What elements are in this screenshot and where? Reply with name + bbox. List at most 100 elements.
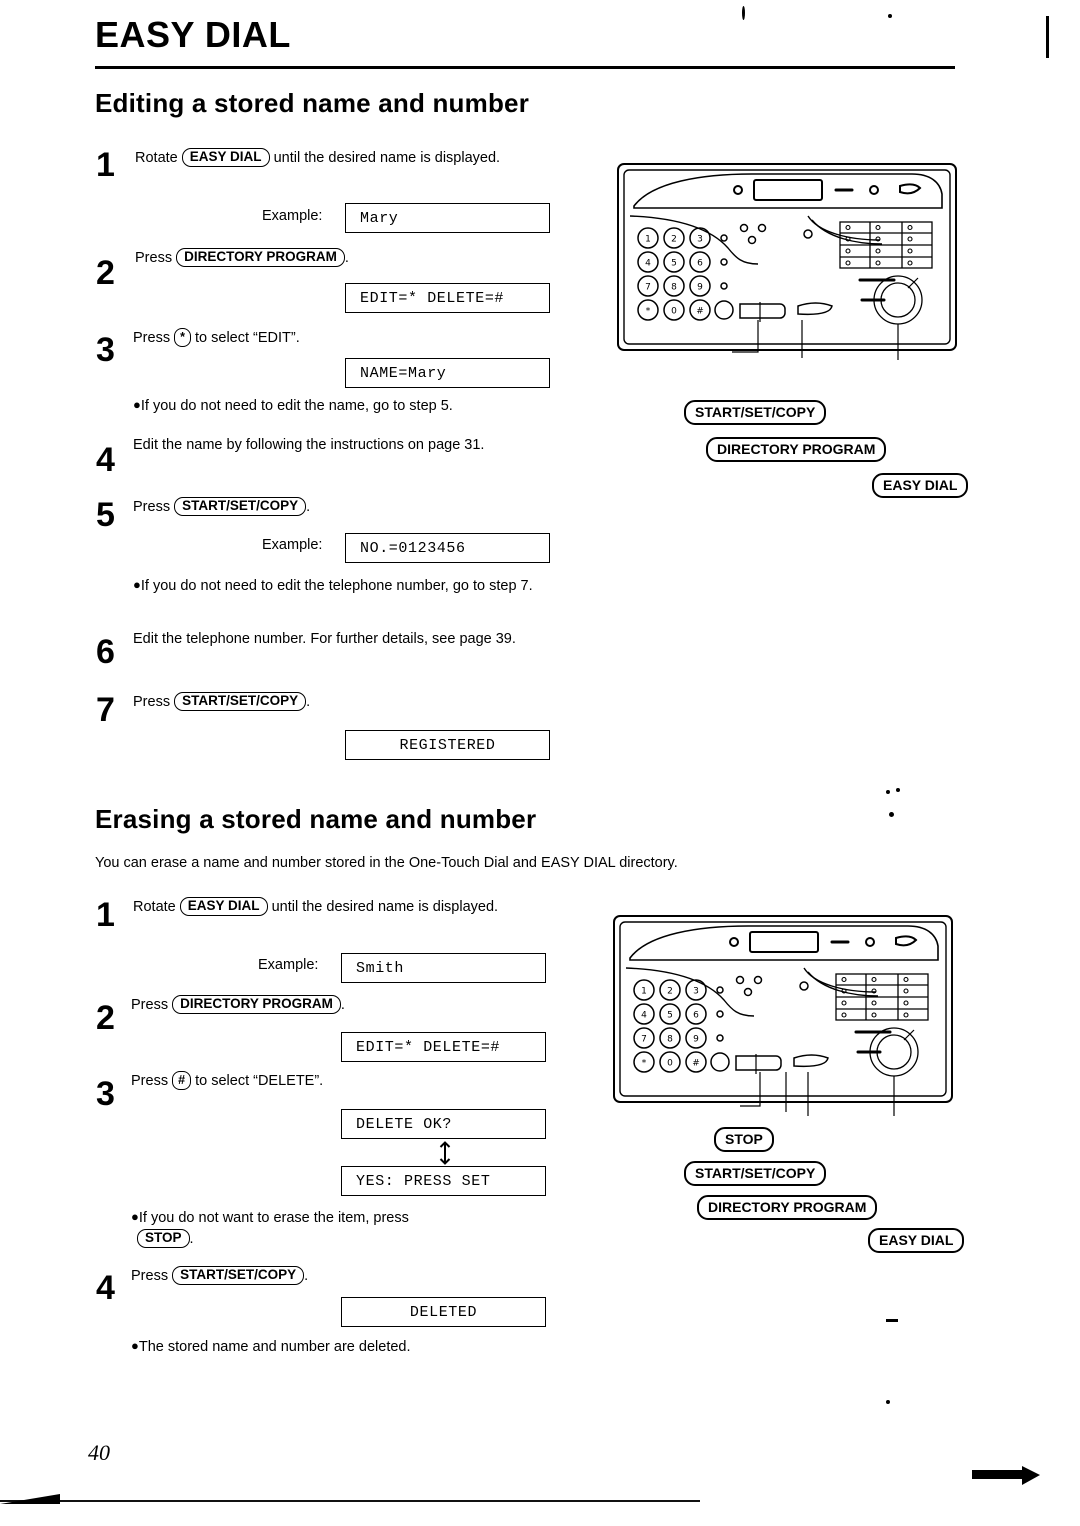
erase-step-3-text-after: to select “DELETE”. [195,1073,324,1089]
erase-example-label-1: Example: [258,957,319,973]
erase-step-2-text-before: Press [131,997,169,1013]
fax-machine-svg-2: 1 2 3 4 5 6 7 8 9 * 0 # [613,915,953,1116]
display-step-7: REGISTERED [345,730,550,760]
step-number-6: 6 [96,633,115,671]
step-number-1: 1 [96,146,115,184]
callout-stop-bottom: STOP [714,1127,774,1152]
display-step-2-text: EDIT=* DELETE=# [360,289,505,307]
svg-text:9: 9 [697,283,703,293]
key-easy-dial: EASY DIAL [181,148,270,167]
erase-step-3-note-after: . [189,1231,194,1247]
erase-step-3-note: ●If you do not want to erase the item, p… [131,1208,551,1227]
fax-machine-illustration-bottom: 1 2 3 4 5 6 7 8 9 * 0 # [608,912,958,1122]
erase-display-delete-ok: DELETE OK? [341,1109,546,1139]
erase-display-yes-press-set: YES: PRESS SET [341,1166,546,1196]
erase-display-step-1-text: Smith [356,959,405,977]
example-label-5: Example: [262,537,323,553]
page-title: EASY DIAL [95,14,291,55]
erase-step-3-note-text: If you do not want to erase the item, pr… [138,1210,409,1226]
erase-step-number-2: 2 [96,999,115,1037]
step-number-5: 5 [96,496,115,534]
step-1-text: Rotate EASY DIAL until the desired name … [135,148,535,168]
manual-page: EASY DIAL Editing a stored name and numb… [0,0,1080,1526]
step-7-text-after: . [306,694,311,710]
erase-step-1-text-after: until the desired name is displayed. [271,899,499,915]
svg-text:5: 5 [671,259,677,269]
svg-text:4: 4 [641,1011,647,1021]
display-step-2: EDIT=* DELETE=# [345,283,550,313]
svg-text:5: 5 [667,1011,673,1021]
step-3-text-after: to select “EDIT”. [195,330,300,346]
scan-speck [742,6,745,20]
fax-machine-illustration-top: 1 2 3 4 5 6 7 8 9 * 0 # [612,160,962,370]
erase-step-4-note-text: The stored name and number are deleted. [138,1339,411,1355]
erase-step-3-note-key-line: STOP. [137,1229,194,1249]
svg-text:4: 4 [645,259,651,269]
step-number-2: 2 [96,254,115,292]
page-edge-mark [1046,16,1049,58]
scan-speck [896,788,900,792]
svg-text:7: 7 [641,1035,647,1045]
step-number-3: 3 [96,331,115,369]
erase-display-step-2-text: EDIT=* DELETE=# [356,1038,501,1056]
key-start-set-copy: START/SET/COPY [174,692,307,711]
svg-text:8: 8 [671,283,677,293]
svg-text:9: 9 [693,1035,699,1045]
erase-step-number-4: 4 [96,1269,115,1307]
key-start-set-copy: START/SET/COPY [172,1266,305,1285]
section-heading-erasing: Erasing a stored name and number [95,804,537,834]
display-step-7-text: REGISTERED [399,736,496,754]
scan-speck [889,812,894,817]
step-5-text-after: . [306,499,311,515]
key-easy-dial: EASY DIAL [179,897,268,916]
step-5-text: Press START/SET/COPY. [133,497,563,517]
scan-dash [886,1319,898,1322]
step-1-text-after: until the desired name is displayed. [273,150,501,166]
callout-start-set-copy-top: START/SET/COPY [684,400,827,425]
step-7-text-before: Press [133,694,171,710]
display-step-1-text: Mary [360,209,399,227]
erase-step-2-text: Press DIRECTORY PROGRAM. [131,995,561,1015]
erase-display-step-2: EDIT=* DELETE=# [341,1032,546,1062]
section-heading-editing: Editing a stored name and number [95,88,530,118]
svg-text:3: 3 [697,235,703,245]
step-1-text-before: Rotate [135,150,178,166]
step-2-text-before: Press [135,250,173,266]
svg-text:2: 2 [667,987,673,997]
svg-text:#: # [692,1059,700,1069]
page-number: 40 [88,1440,110,1465]
scan-speck [888,14,892,18]
callout-directory-program-bottom: DIRECTORY PROGRAM [697,1195,878,1220]
bullet-dot-icon: ● [133,577,141,592]
svg-text:#: # [696,307,704,317]
display-step-3: NAME=Mary [345,358,550,388]
step-5-text-before: Press [133,499,171,515]
erase-display-deleted-text: DELETED [409,1303,478,1321]
svg-text:0: 0 [667,1059,673,1069]
erase-step-4-text: Press START/SET/COPY. [131,1266,561,1286]
step-number-4: 4 [96,441,115,479]
step-4-text: Edit the name by following the instructi… [133,437,485,453]
bullet-dot-icon: ● [131,1338,139,1353]
erase-step-4-text-after: . [304,1268,309,1284]
erasing-intro: You can erase a name and number stored i… [95,855,678,871]
svg-text:1: 1 [641,987,647,997]
step-3-note: ●If you do not need to edit the name, go… [133,396,563,415]
display-step-5-text: NO.=0123456 [360,539,466,557]
erase-step-2-text-after: . [340,997,345,1013]
key-asterisk: * [174,328,191,347]
svg-text:8: 8 [667,1035,673,1045]
scan-edge-wedge [0,1494,60,1504]
step-5-note-text: If you do not need to edit the telephone… [140,578,533,594]
erase-step-1-text: Rotate EASY DIAL until the desired name … [133,897,553,917]
svg-text:6: 6 [693,1011,699,1021]
erase-step-4-text-before: Press [131,1268,169,1284]
display-step-3-text: NAME=Mary [360,364,447,382]
svg-text:3: 3 [693,987,699,997]
svg-text:0: 0 [671,307,677,317]
erase-display-delete-ok-text: DELETE OK? [356,1115,453,1133]
svg-text:6: 6 [697,259,703,269]
erase-step-3-text-before: Press [131,1073,169,1089]
example-label-1: Example: [262,208,323,224]
callout-easy-dial-bottom: EASY DIAL [868,1228,965,1253]
